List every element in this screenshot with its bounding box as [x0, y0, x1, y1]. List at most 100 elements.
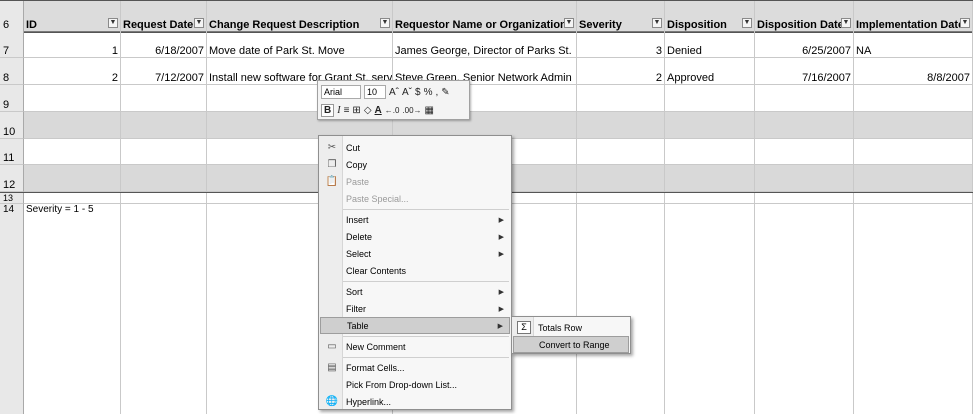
row-number[interactable]: 14	[0, 204, 24, 414]
borders-icon[interactable]: ⊞	[352, 105, 360, 116]
empty-cell[interactable]	[665, 112, 755, 139]
empty-cell[interactable]	[121, 139, 207, 165]
row-number[interactable]: 9	[0, 85, 24, 112]
menu-item-table[interactable]: Table ▶	[320, 317, 510, 334]
empty-cell[interactable]	[24, 139, 121, 165]
bold-icon[interactable]: B	[321, 103, 335, 117]
empty-cell[interactable]	[755, 85, 854, 112]
header-disposition[interactable]: Disposition	[665, 1, 755, 32]
header-severity[interactable]: Severity	[577, 1, 665, 32]
comma-style-icon[interactable]: ,	[435, 87, 438, 98]
increase-decimal-icon[interactable]: ←.0	[385, 106, 400, 115]
empty-cell[interactable]	[665, 165, 755, 192]
empty-cell[interactable]	[854, 112, 973, 139]
currency-icon[interactable]: $	[415, 87, 421, 98]
font-size-select[interactable]: 10	[364, 85, 386, 99]
header-disposition-date[interactable]: Disposition Date	[755, 1, 854, 32]
empty-cell[interactable]	[121, 193, 207, 204]
menu-item-pick-from-list[interactable]: Pick From Drop-down List...	[320, 376, 510, 393]
cell-request-date[interactable]: 6/18/2007	[121, 31, 207, 58]
empty-cell[interactable]	[755, 139, 854, 165]
percent-icon[interactable]: %	[424, 87, 433, 98]
empty-cell[interactable]	[665, 193, 755, 204]
cell-id[interactable]: 1	[24, 31, 121, 58]
empty-cell[interactable]	[755, 193, 854, 204]
empty-cell[interactable]	[577, 85, 665, 112]
empty-cell[interactable]	[854, 204, 973, 414]
cell-disposition[interactable]: Denied	[665, 31, 755, 58]
row-number[interactable]: 11	[0, 139, 24, 165]
merge-center-icon[interactable]: ▦	[425, 105, 434, 116]
menu-item-select[interactable]: Select ▶	[320, 245, 510, 262]
menu-item-delete[interactable]: Delete ▶	[320, 228, 510, 245]
decrease-decimal-icon[interactable]: .00→	[402, 106, 421, 115]
empty-cell[interactable]	[24, 85, 121, 112]
empty-cell[interactable]	[854, 193, 973, 204]
empty-cell[interactable]	[854, 85, 973, 112]
filter-dropdown-icon[interactable]	[841, 18, 851, 28]
menu-item-insert[interactable]: Insert ▶	[320, 211, 510, 228]
row-number[interactable]: 13	[0, 193, 24, 204]
cell-severity[interactable]: 3	[577, 31, 665, 58]
menu-item-totals-row[interactable]: Σ Totals Row	[513, 319, 629, 336]
header-request-date[interactable]: Request Date	[121, 1, 207, 32]
empty-cell[interactable]	[24, 112, 121, 139]
empty-cell[interactable]	[755, 165, 854, 192]
filter-dropdown-icon[interactable]	[564, 18, 574, 28]
header-id[interactable]: ID	[24, 1, 121, 32]
font-color-icon[interactable]: A	[375, 105, 382, 116]
font-name-select[interactable]: Arial	[321, 85, 361, 99]
empty-cell[interactable]	[854, 139, 973, 165]
filter-dropdown-icon[interactable]	[194, 18, 204, 28]
header-description[interactable]: Change Request Description	[207, 1, 393, 32]
filter-dropdown-icon[interactable]	[652, 18, 662, 28]
cell-request-date[interactable]: 7/12/2007	[121, 58, 207, 85]
menu-item-paste-special[interactable]: Paste Special...	[320, 190, 510, 207]
row-number[interactable]: 8	[0, 58, 24, 85]
empty-cell[interactable]	[577, 112, 665, 139]
empty-cell[interactable]	[121, 204, 207, 414]
empty-cell[interactable]	[665, 85, 755, 112]
menu-item-paste[interactable]: 📋 Paste	[320, 173, 510, 190]
cell-implementation-date[interactable]: NA	[854, 31, 973, 58]
menu-item-new-comment[interactable]: ▭ New Comment	[320, 338, 510, 355]
menu-item-sort[interactable]: Sort ▶	[320, 283, 510, 300]
empty-cell[interactable]	[24, 193, 121, 204]
empty-cell[interactable]	[665, 204, 755, 414]
center-align-icon[interactable]: ≡	[344, 105, 350, 116]
cell-disposition[interactable]: Approved	[665, 58, 755, 85]
row-number[interactable]: 12	[0, 165, 24, 192]
row-number[interactable]: 6	[0, 1, 24, 32]
row-number[interactable]: 7	[0, 31, 24, 58]
fill-color-icon[interactable]: ◇	[364, 105, 372, 116]
cell-description[interactable]: Move date of Park St. Move	[207, 31, 393, 58]
menu-item-hyperlink[interactable]: 🌐 Hyperlink...	[320, 393, 510, 410]
format-painter-icon[interactable]: ✎	[441, 87, 449, 98]
filter-dropdown-icon[interactable]	[960, 18, 970, 28]
empty-cell[interactable]	[577, 139, 665, 165]
grow-font-icon[interactable]: Aˆ	[389, 87, 399, 98]
empty-cell[interactable]	[755, 112, 854, 139]
header-implementation-date[interactable]: Implementation Date	[854, 1, 973, 32]
menu-item-cut[interactable]: ✂ Cut	[320, 139, 510, 156]
filter-dropdown-icon[interactable]	[742, 18, 752, 28]
cell-severity[interactable]: 2	[577, 58, 665, 85]
empty-cell[interactable]	[577, 204, 665, 414]
empty-cell[interactable]	[24, 165, 121, 192]
severity-note-cell[interactable]: Severity = 1 - 5	[24, 204, 121, 414]
menu-item-filter[interactable]: Filter ▶	[320, 300, 510, 317]
cell-id[interactable]: 2	[24, 58, 121, 85]
empty-cell[interactable]	[577, 165, 665, 192]
cell-implementation-date[interactable]: 8/8/2007	[854, 58, 973, 85]
empty-cell[interactable]	[854, 165, 973, 192]
filter-dropdown-icon[interactable]	[108, 18, 118, 28]
cell-disposition-date[interactable]: 7/16/2007	[755, 58, 854, 85]
menu-item-clear-contents[interactable]: Clear Contents	[320, 262, 510, 279]
italic-icon[interactable]: I	[337, 105, 340, 116]
empty-cell[interactable]	[121, 85, 207, 112]
row-number[interactable]: 10	[0, 112, 24, 139]
empty-cell[interactable]	[755, 204, 854, 414]
empty-cell[interactable]	[121, 112, 207, 139]
menu-item-copy[interactable]: ❐ Copy	[320, 156, 510, 173]
menu-item-convert-to-range[interactable]: Convert to Range	[513, 336, 629, 353]
